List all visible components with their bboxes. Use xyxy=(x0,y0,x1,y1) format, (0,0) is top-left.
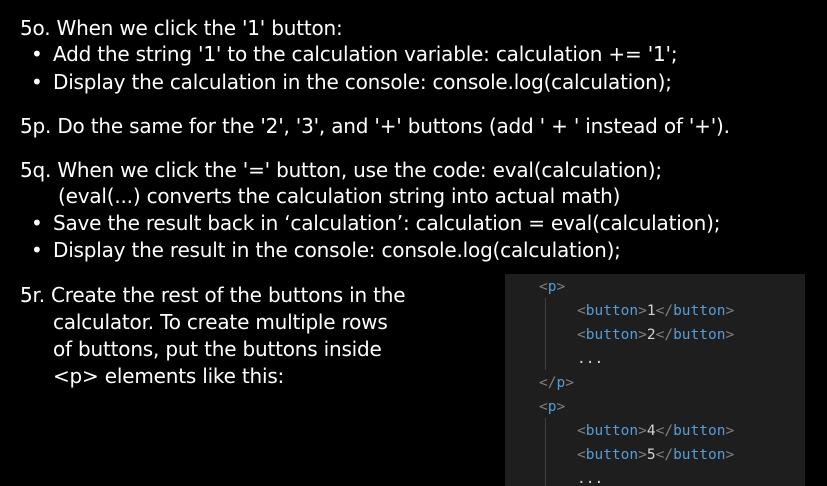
indent-guide xyxy=(545,298,546,370)
step-5r-line-3: of buttons, put the buttons inside xyxy=(53,337,382,361)
code-line-p-open: <p> xyxy=(539,279,566,295)
code-snippet-panel: <p> <button>1</button> <button>2</button… xyxy=(505,274,805,486)
bullet-dot: • xyxy=(31,211,43,235)
bullet-dot: • xyxy=(31,238,43,262)
bullet-dot: • xyxy=(31,70,43,94)
code-line-button-4: <button>4</button> xyxy=(577,423,735,439)
step-5q-bullet-1: Save the result back in ‘calculation’: c… xyxy=(53,211,721,235)
code-line-button-5: <button>5</button> xyxy=(577,447,735,463)
step-5q-bullet-2: Display the result in the console: conso… xyxy=(53,238,621,262)
step-5o-bullet-2: Display the calculation in the console: … xyxy=(53,70,672,94)
step-5r-line-2: calculator. To create multiple rows xyxy=(53,310,388,334)
indent-guide xyxy=(545,418,546,486)
code-line-p-close: </p> xyxy=(539,375,574,391)
step-5p-heading: 5p. Do the same for the '2', '3', and '+… xyxy=(20,114,730,138)
step-5r-line-1: 5r. Create the rest of the buttons in th… xyxy=(20,283,406,307)
code-line-button-2: <button>2</button> xyxy=(577,327,735,343)
code-line-ellipsis: ... xyxy=(577,351,604,367)
step-5o-heading: 5o. When we click the '1' button: xyxy=(20,16,343,40)
step-5r-line-4: <p> elements like this: xyxy=(53,364,285,388)
step-5q-subline: (eval(...) converts the calculation stri… xyxy=(58,184,621,208)
code-line-ellipsis: ... xyxy=(577,471,604,486)
code-line-button-1: <button>1</button> xyxy=(577,303,735,319)
code-line-p-open: <p> xyxy=(539,399,566,415)
step-5q-heading: 5q. When we click the '=' button, use th… xyxy=(20,158,662,182)
step-5o-bullet-1: Add the string '1' to the calculation va… xyxy=(53,42,678,66)
bullet-dot: • xyxy=(31,42,43,66)
